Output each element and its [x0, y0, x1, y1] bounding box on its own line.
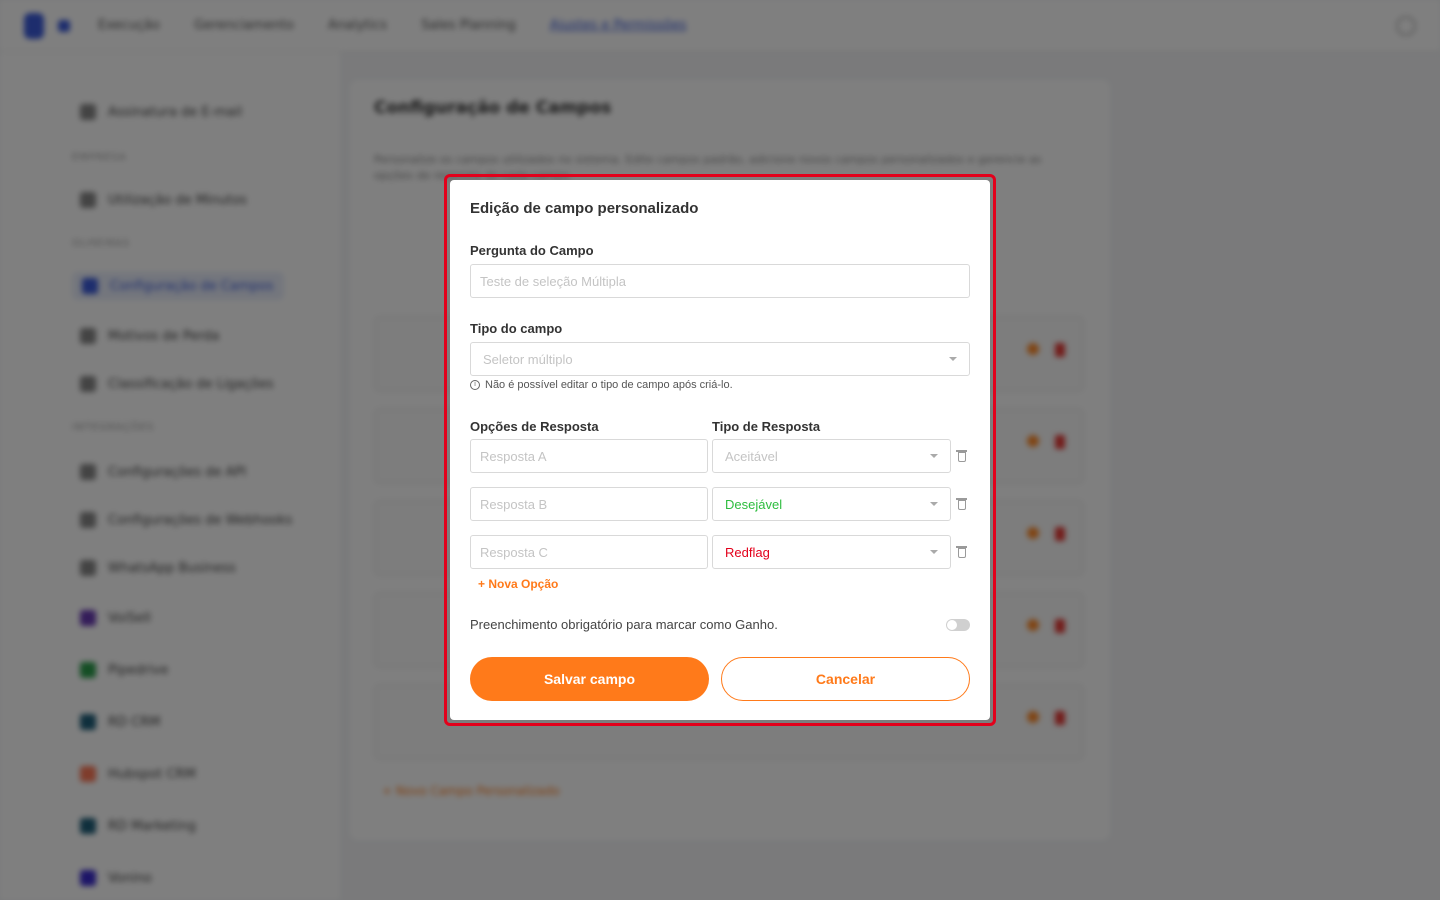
field-type-label: Tipo do campo [470, 321, 563, 336]
response-type-value: Aceitável [725, 448, 778, 464]
field-type-select[interactable]: Seletor múltiplo [470, 342, 970, 376]
chevron-down-icon [930, 550, 938, 554]
delete-option-icon[interactable] [956, 450, 967, 462]
info-icon: i [470, 380, 480, 390]
required-for-won-toggle[interactable] [946, 619, 970, 631]
cancel-button[interactable]: Cancelar [721, 657, 970, 701]
chevron-down-icon [930, 454, 938, 458]
answer-input-b[interactable]: Resposta B [470, 487, 708, 521]
answer-input-a[interactable]: Resposta A [470, 439, 708, 473]
chevron-down-icon [949, 357, 957, 361]
field-type-value: Seletor múltiplo [483, 351, 573, 367]
answer-options-label: Opções de Resposta [470, 419, 599, 434]
response-type-value: Redflag [725, 544, 770, 560]
add-option-button[interactable]: + Nova Opção [478, 577, 558, 591]
response-type-select-a[interactable]: Aceitável [712, 439, 951, 473]
response-type-select-b[interactable]: Desejável [712, 487, 951, 521]
delete-option-icon[interactable] [956, 498, 967, 510]
edit-custom-field-modal: Edição de campo personalizado Pergunta d… [450, 180, 990, 720]
modal-title: Edição de campo personalizado [470, 200, 699, 217]
chevron-down-icon [930, 502, 938, 506]
answer-input-c[interactable]: Resposta C [470, 535, 708, 569]
field-type-hint-text: Não é possível editar o tipo de campo ap… [485, 379, 733, 391]
delete-option-icon[interactable] [956, 546, 967, 558]
response-type-select-c[interactable]: Redflag [712, 535, 951, 569]
toggle-knob [947, 620, 957, 630]
question-input[interactable]: Teste de seleção Múltipla [470, 264, 970, 298]
response-type-label: Tipo de Resposta [712, 419, 821, 434]
required-for-won-label: Preenchimento obrigatório para marcar co… [470, 617, 778, 632]
field-type-hint: i Não é possível editar o tipo de campo … [470, 379, 733, 391]
save-field-button[interactable]: Salvar campo [470, 657, 709, 701]
question-label: Pergunta do Campo [470, 243, 594, 258]
response-type-value: Desejável [725, 496, 783, 512]
